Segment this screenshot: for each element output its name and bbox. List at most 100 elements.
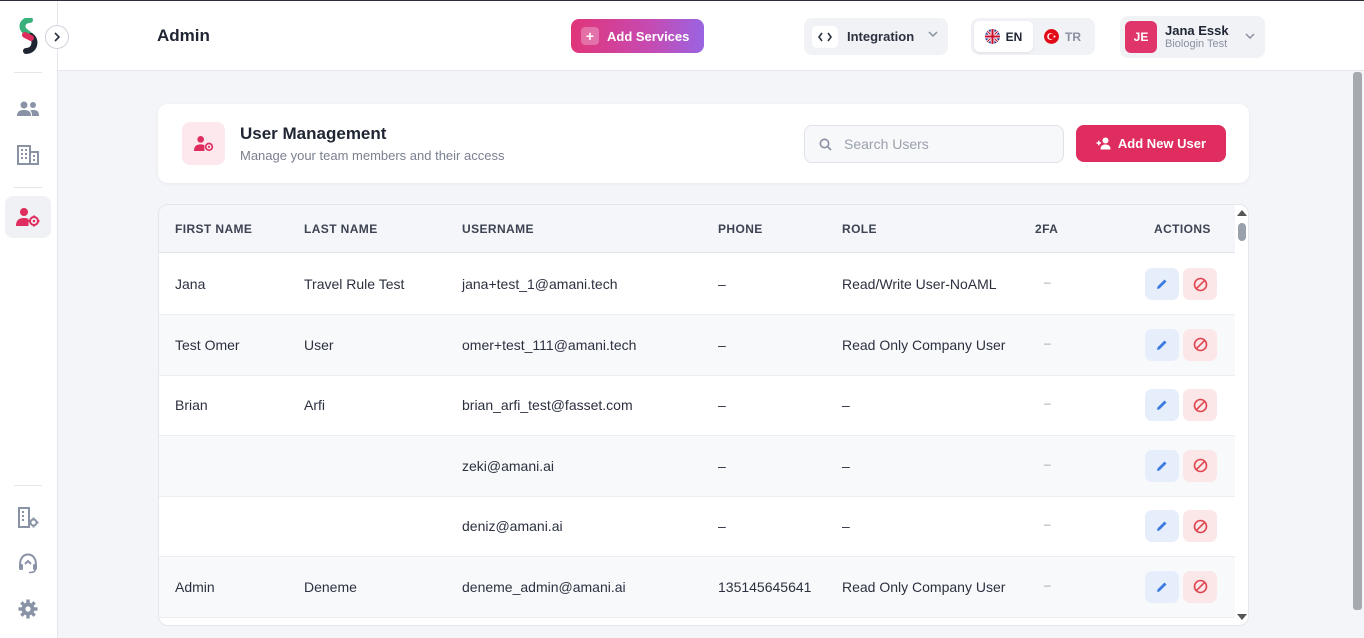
pencil-icon bbox=[1157, 521, 1167, 531]
edit-user-button[interactable] bbox=[1145, 328, 1179, 361]
cell-last-name: Deneme bbox=[304, 578, 357, 595]
table-row: Admin Deneme deneme_admin@amani.ai 13514564… bbox=[159, 556, 1235, 618]
cell-2fa: – bbox=[1044, 517, 1051, 531]
integration-dropdown[interactable]: Integration bbox=[804, 18, 948, 55]
deactivate-user-button[interactable] bbox=[1183, 510, 1217, 542]
column-header-first-name[interactable]: FIRST NAME bbox=[175, 222, 252, 236]
ban-icon bbox=[1193, 579, 1207, 594]
sidebar-divider bbox=[14, 187, 42, 188]
top-header: Admin + Add Services Integration EN TR J… bbox=[58, 1, 1364, 71]
cell-phone: – bbox=[718, 397, 726, 413]
deactivate-user-button[interactable] bbox=[1183, 389, 1217, 421]
sidebar-item-support[interactable] bbox=[5, 542, 51, 584]
table-header: FIRST NAME LAST NAME USERNAME PHONE ROLE… bbox=[159, 205, 1235, 253]
cell-2fa: – bbox=[1044, 577, 1051, 592]
cell-username: omer+test_111@amani.tech bbox=[462, 336, 637, 353]
cell-2fa: – bbox=[1044, 396, 1051, 410]
sidebar-item-users[interactable] bbox=[5, 88, 51, 130]
building-settings-icon bbox=[18, 507, 39, 528]
cell-role: – bbox=[842, 397, 850, 413]
user-management-header-card: User Management Manage your team members… bbox=[158, 104, 1249, 183]
language-code: TR bbox=[1065, 29, 1081, 44]
table-scrollbar[interactable] bbox=[1235, 205, 1248, 625]
cell-role: Read/Write User-NoAML bbox=[842, 276, 997, 292]
table-row: Brian Arfi brian_arfi_test@fasset.com – – – bbox=[159, 375, 1235, 436]
user-settings-icon bbox=[16, 208, 40, 227]
section-title: User Management bbox=[240, 124, 387, 143]
cell-last-name: Travel Rule Test bbox=[304, 276, 405, 292]
language-option-tr[interactable]: TR bbox=[1033, 21, 1092, 52]
sidebar-item-company-settings[interactable] bbox=[5, 497, 51, 539]
edit-user-button[interactable] bbox=[1145, 449, 1179, 482]
cell-username: jana+test_1@amani.tech bbox=[462, 276, 618, 292]
table-row: Test Omer User omer+test_111@amani.tech – Re… bbox=[159, 314, 1235, 376]
scroll-up-arrow[interactable] bbox=[1237, 210, 1247, 216]
users-icon bbox=[17, 101, 39, 116]
integration-label: Integration bbox=[847, 29, 915, 44]
ban-icon bbox=[1193, 337, 1207, 352]
cell-first-name: Test Omer bbox=[175, 336, 240, 353]
user-menu[interactable]: JE Jana Essk Biologin Test bbox=[1120, 16, 1265, 58]
cell-phone: – bbox=[718, 336, 726, 353]
cell-role: – bbox=[842, 518, 850, 534]
table-scrollbar-thumb[interactable] bbox=[1238, 223, 1246, 241]
cell-username: brian_arfi_test@fasset.com bbox=[462, 397, 633, 413]
column-header-username[interactable]: USERNAME bbox=[462, 222, 534, 236]
column-header-phone[interactable]: PHONE bbox=[718, 222, 763, 236]
deactivate-user-button[interactable] bbox=[1183, 449, 1217, 482]
ban-icon bbox=[1193, 398, 1207, 412]
cell-2fa: – bbox=[1044, 335, 1051, 350]
search-icon bbox=[819, 138, 832, 151]
deactivate-user-button[interactable] bbox=[1183, 268, 1217, 300]
edit-user-button[interactable] bbox=[1145, 510, 1179, 542]
column-header-last-name[interactable]: LAST NAME bbox=[304, 222, 378, 236]
support-headset-icon bbox=[19, 553, 37, 574]
plus-icon: + bbox=[581, 27, 599, 45]
language-switcher: EN TR bbox=[971, 18, 1095, 55]
chevron-down-icon bbox=[928, 31, 938, 38]
column-header-2fa[interactable]: 2FA bbox=[1035, 222, 1058, 236]
brand-logo[interactable] bbox=[16, 17, 40, 54]
add-new-user-button[interactable]: Add New User bbox=[1076, 125, 1226, 162]
cell-role: Read Only Company User bbox=[842, 578, 1006, 595]
ban-icon bbox=[1193, 277, 1207, 291]
table-row: zeki@amani.ai – – – bbox=[159, 435, 1235, 497]
user-settings-icon bbox=[182, 122, 225, 165]
language-code: EN bbox=[1005, 29, 1023, 44]
pencil-icon bbox=[1157, 582, 1167, 592]
search-input[interactable] bbox=[844, 136, 1044, 152]
gear-icon bbox=[18, 599, 38, 619]
edit-user-button[interactable] bbox=[1145, 570, 1179, 603]
sidebar-item-companies[interactable] bbox=[5, 134, 51, 176]
deactivate-user-button[interactable] bbox=[1183, 328, 1217, 361]
cell-role: Read Only Company User bbox=[842, 336, 1006, 353]
turkey-flag-icon bbox=[1044, 29, 1059, 44]
cell-last-name: Arfi bbox=[304, 397, 325, 413]
code-icon bbox=[812, 25, 838, 48]
edit-user-button[interactable] bbox=[1145, 389, 1179, 421]
users-table: FIRST NAME LAST NAME USERNAME PHONE ROLE… bbox=[158, 204, 1249, 626]
chevron-right-icon bbox=[54, 32, 61, 42]
sidebar-item-settings[interactable] bbox=[5, 588, 51, 630]
language-option-en[interactable]: EN bbox=[974, 21, 1033, 52]
cell-2fa: – bbox=[1044, 456, 1051, 471]
column-header-actions: ACTIONS bbox=[1154, 222, 1211, 236]
add-services-button[interactable]: + Add Services bbox=[571, 19, 704, 53]
page-scrollbar-thumb[interactable] bbox=[1353, 72, 1362, 610]
scroll-down-arrow[interactable] bbox=[1237, 614, 1247, 620]
page-title: Admin bbox=[157, 26, 210, 45]
sidebar-expand-button[interactable] bbox=[45, 25, 69, 49]
sidebar-item-user-management[interactable] bbox=[5, 196, 51, 238]
pencil-icon bbox=[1157, 461, 1167, 471]
edit-user-button[interactable] bbox=[1145, 268, 1179, 300]
deactivate-user-button[interactable] bbox=[1183, 570, 1217, 603]
cell-username: zeki@amani.ai bbox=[462, 457, 555, 474]
sidebar-divider bbox=[14, 485, 42, 486]
user-info: Jana Essk Biologin Test bbox=[1165, 23, 1229, 51]
sidebar-divider bbox=[14, 72, 42, 73]
ban-icon bbox=[1193, 458, 1207, 473]
section-subtitle: Manage your team members and their acces… bbox=[240, 148, 505, 163]
column-header-role[interactable]: ROLE bbox=[842, 222, 877, 236]
cell-2fa: – bbox=[1044, 275, 1051, 289]
uk-flag-icon bbox=[984, 29, 1000, 44]
